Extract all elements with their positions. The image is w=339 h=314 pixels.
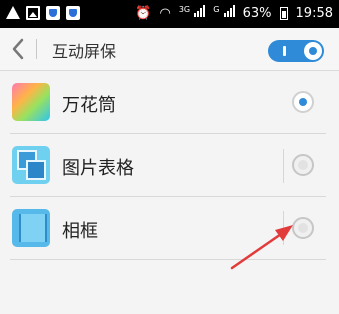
annotation-arrow-icon <box>230 225 293 270</box>
